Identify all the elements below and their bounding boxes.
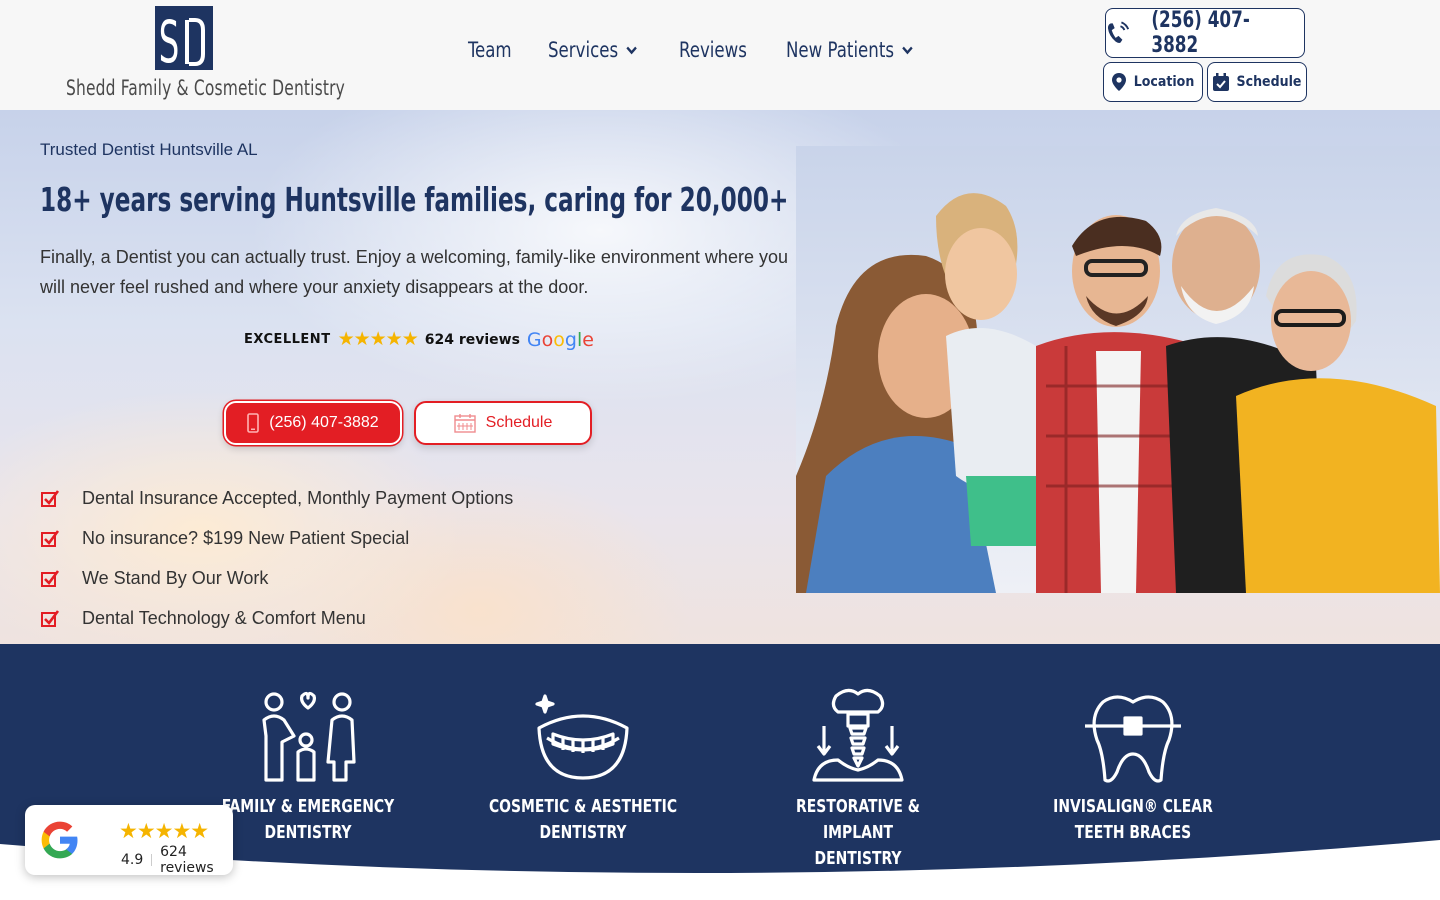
- logo-text: Shedd Family & Cosmetic Dentistry: [66, 76, 345, 100]
- header-schedule-label: Schedule: [1236, 74, 1302, 90]
- service-label: RESTORATIVE & IMPLANT DENTISTRY: [763, 794, 952, 872]
- header-schedule-button[interactable]: Schedule: [1207, 62, 1307, 102]
- main-nav: Team Services Reviews New Patients: [468, 38, 931, 62]
- logo-monogram: S: [155, 6, 213, 70]
- badge-score: 4.9: [121, 852, 144, 868]
- hero-lede: Finally, a Dentist you can actually trus…: [40, 247, 788, 297]
- logo-monogram-icon: S: [159, 9, 205, 70]
- phone-icon: [1107, 21, 1130, 43]
- checkbox-check-icon: [41, 570, 60, 587]
- list-item: No insurance? $199 New Patient Special: [40, 518, 513, 558]
- service-line2: DENTISTRY: [539, 822, 627, 843]
- hero-section: Trusted Dentist Huntsville AL 18+ years …: [0, 110, 1440, 644]
- checkbox-check-icon: [41, 610, 60, 627]
- service-line2: TEETH BRACES: [1074, 822, 1192, 843]
- braces-tooth-icon: [1085, 695, 1181, 783]
- rating-word: EXCELLENT: [244, 332, 331, 347]
- nav-label: Services: [547, 38, 618, 62]
- nav-label: Team: [468, 38, 512, 62]
- badge-row: 4.9 624 reviews: [121, 844, 233, 876]
- nav-item-team[interactable]: Team: [468, 38, 512, 62]
- nav-item-new-patients[interactable]: New Patients: [786, 38, 913, 62]
- header-phone-button[interactable]: (256) 407-3882: [1105, 8, 1305, 58]
- hero-phone-label: (256) 407-3882: [269, 414, 379, 431]
- mobile-phone-icon: [247, 413, 260, 433]
- hero-eyebrow: Trusted Dentist Huntsville AL: [40, 140, 258, 159]
- service-line1: INVISALIGN® CLEAR: [1053, 796, 1213, 817]
- service-line1: FAMILY & EMERGENCY: [221, 796, 395, 817]
- service-cosmetic-aesthetic[interactable]: COSMETIC & AESTHETIC DENTISTRY: [473, 684, 693, 846]
- nav-item-services[interactable]: Services: [548, 38, 637, 62]
- rating-stars: ★★★★★: [337, 329, 419, 350]
- hero-schedule-label: Schedule: [485, 414, 553, 431]
- nav-label: Reviews: [679, 38, 748, 62]
- location-button[interactable]: Location: [1103, 62, 1203, 102]
- hero-phone-button[interactable]: (256) 407-3882: [224, 401, 402, 445]
- google-wordmark: Google: [526, 328, 594, 351]
- list-item-text: No insurance? $199 New Patient Special: [82, 527, 410, 548]
- family-photo: [796, 146, 1440, 593]
- checkbox-check-icon: [41, 530, 60, 547]
- service-label: INVISALIGN® CLEAR TEETH BRACES: [1038, 794, 1227, 846]
- list-item: Dental Technology & Comfort Menu: [40, 598, 513, 638]
- header-phone-label: (256) 407-3882: [1151, 8, 1250, 58]
- divider: [151, 854, 153, 866]
- smile-icon: [535, 694, 629, 780]
- checkbox-check-icon: [41, 490, 60, 507]
- nav-label: New Patients: [786, 38, 895, 62]
- list-item-text: We Stand By Our Work: [82, 567, 269, 588]
- service-label: COSMETIC & AESTHETIC DENTISTRY: [488, 794, 677, 846]
- svg-text:S: S: [159, 9, 180, 70]
- hero-headline: 18+ years serving Huntsville families, c…: [40, 180, 914, 219]
- google-rating-strip[interactable]: EXCELLENT ★★★★★ 624 reviews Google: [244, 328, 594, 351]
- review-count: 624 reviews: [424, 331, 520, 348]
- google-reviews-badge[interactable]: ★★★★★ 4.9 624 reviews: [25, 805, 233, 876]
- chevron-down-icon: [625, 46, 637, 55]
- list-item: Dental Insurance Accepted, Monthly Payme…: [40, 478, 513, 518]
- badge-count: 624 reviews: [160, 844, 214, 876]
- chevron-down-icon: [902, 46, 913, 55]
- list-item-text: Dental Technology & Comfort Menu: [82, 607, 366, 628]
- location-label: Location: [1133, 74, 1195, 90]
- site-header: S Shedd Family & Cosmetic Dentistry Team…: [0, 0, 1440, 110]
- logo[interactable]: S Shedd Family & Cosmetic Dentistry: [66, 6, 345, 106]
- google-g-icon: [41, 821, 78, 859]
- service-line2: DENTISTRY: [264, 822, 352, 843]
- benefits-list: Dental Insurance Accepted, Monthly Payme…: [40, 478, 513, 638]
- service-label: FAMILY & EMERGENCY DENTISTRY: [213, 794, 402, 846]
- service-line1: RESTORATIVE & IMPLANT: [796, 796, 920, 843]
- implant-icon: [812, 688, 904, 782]
- badge-stars: ★★★★★: [119, 820, 209, 843]
- calendar-icon: [453, 414, 476, 433]
- hero-schedule-button[interactable]: Schedule: [414, 401, 592, 445]
- service-invisalign[interactable]: INVISALIGN® CLEAR TEETH BRACES: [1023, 684, 1243, 846]
- nav-item-reviews[interactable]: Reviews: [679, 38, 747, 62]
- service-restorative-implant[interactable]: RESTORATIVE & IMPLANT DENTISTRY: [748, 684, 968, 872]
- service-line1: COSMETIC & AESTHETIC: [488, 796, 678, 817]
- service-line2: DENTISTRY: [814, 848, 902, 869]
- calendar-check-icon: [1212, 73, 1229, 91]
- map-pin-icon: [1111, 73, 1126, 91]
- family-icon: [262, 691, 356, 782]
- list-item: We Stand By Our Work: [40, 558, 513, 598]
- list-item-text: Dental Insurance Accepted, Monthly Payme…: [82, 487, 514, 508]
